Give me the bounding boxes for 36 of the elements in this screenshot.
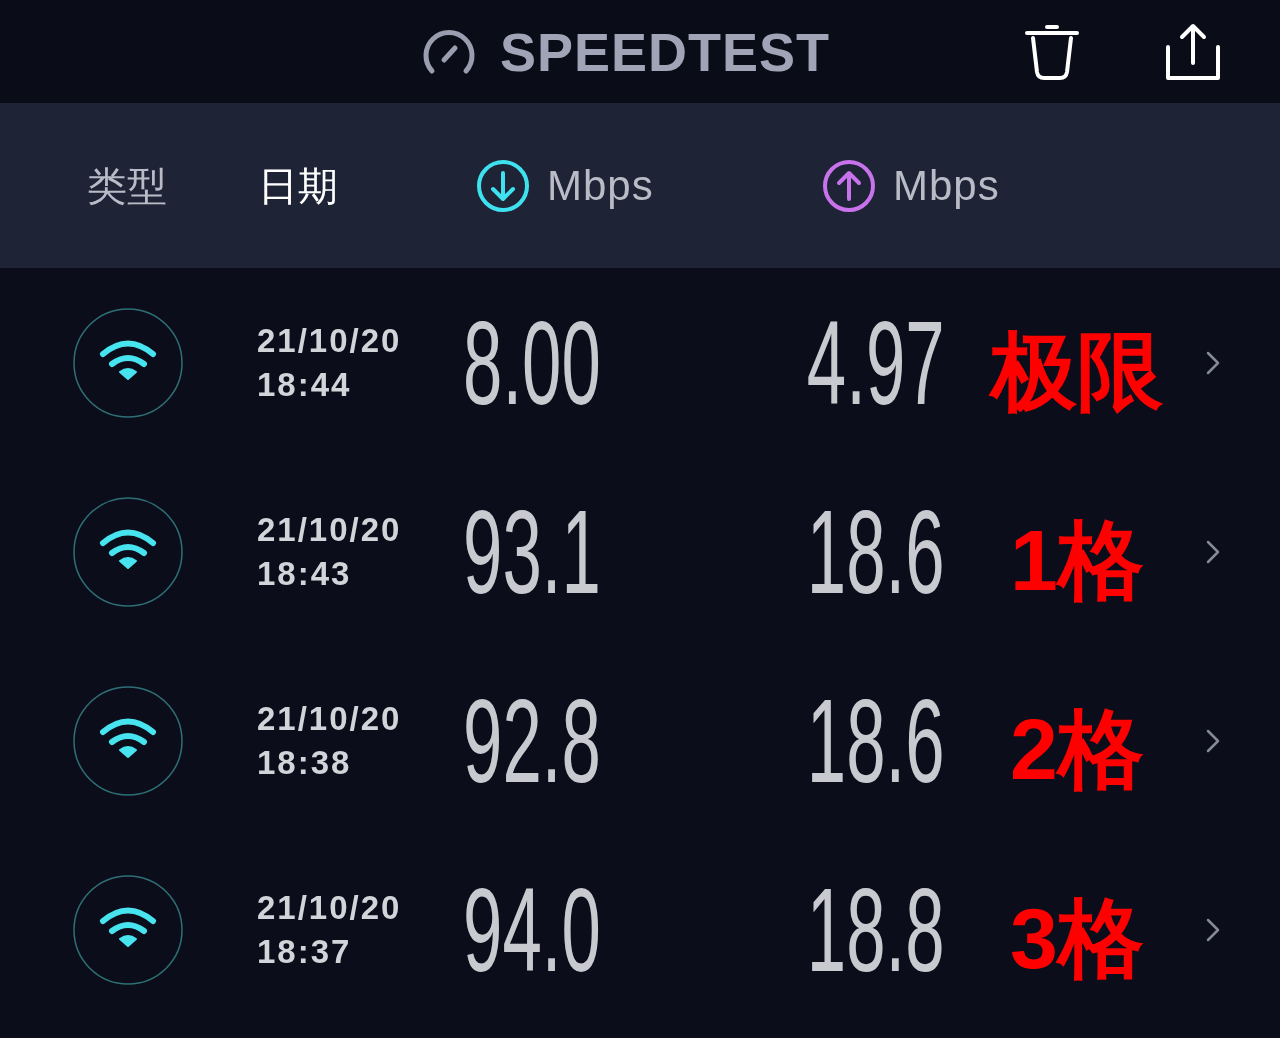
share-icon[interactable] — [1164, 22, 1222, 81]
wifi-icon — [73, 496, 183, 607]
wifi-icon — [73, 685, 183, 796]
time-text: 18:37 — [257, 932, 352, 971]
trash-icon[interactable] — [1024, 22, 1080, 81]
column-header[interactable]: Mbps — [822, 158, 1000, 213]
download-speed: 92.8 — [463, 681, 601, 800]
chevron-icon — [1205, 349, 1221, 376]
time-text: 18:43 — [257, 554, 352, 593]
upload-speed: 18.6 — [807, 681, 945, 800]
upload-speed: 4.97 — [807, 303, 945, 422]
annotation-label: 2格 — [1010, 705, 1144, 792]
download-speed: 8.00 — [463, 303, 601, 422]
upload-speed: 18.6 — [807, 492, 945, 611]
column-header[interactable]: 类型 — [87, 165, 167, 206]
download-icon — [476, 158, 530, 213]
wifi-icon — [73, 307, 183, 418]
chevron-icon — [1205, 538, 1221, 565]
chevron-icon — [1205, 727, 1221, 754]
annotation-label: 1格 — [1010, 516, 1144, 603]
upload-speed: 18.8 — [807, 870, 945, 989]
date-text: 21/10/20 — [257, 699, 402, 738]
date-text: 21/10/20 — [257, 510, 402, 549]
date-text: 21/10/20 — [257, 888, 402, 927]
time-text: 18:44 — [257, 365, 352, 404]
time-text: 18:38 — [257, 743, 352, 782]
download-speed: 94.0 — [463, 870, 601, 989]
wifi-icon — [73, 874, 183, 985]
chevron-icon — [1205, 916, 1221, 943]
app-title: SPEEDTEST — [500, 24, 831, 79]
column-header[interactable]: Mbps — [476, 158, 654, 213]
annotation-label: 3格 — [1010, 894, 1144, 981]
upload-icon — [822, 158, 876, 213]
column-header[interactable]: 日期 — [258, 165, 338, 206]
date-text: 21/10/20 — [257, 321, 402, 360]
download-speed: 93.1 — [463, 492, 601, 611]
